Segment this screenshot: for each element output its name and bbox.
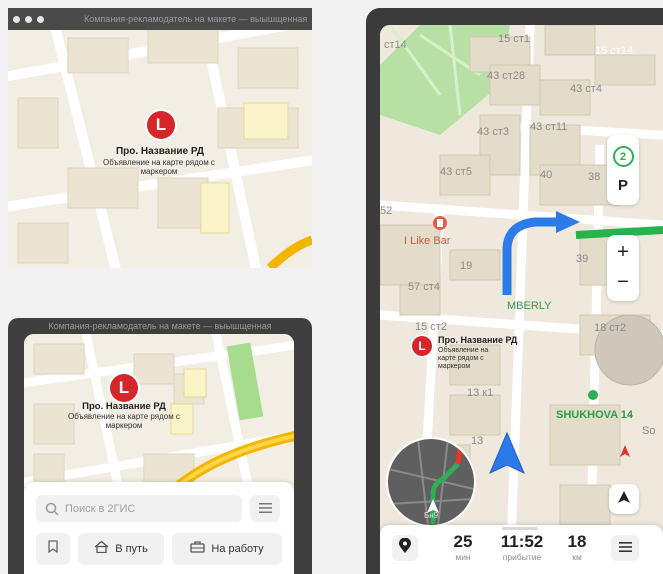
compass-icon[interactable] [618, 445, 632, 459]
poi-title: Про. Название РД [82, 401, 166, 412]
search-icon [45, 502, 59, 516]
poi-subtitle: Объявление на карте рядом с маркером [438, 347, 489, 371]
window-title-bar: Компания-рекламодатель на макете — выышщ… [8, 8, 312, 30]
eta-duration: 25 мин [438, 532, 488, 562]
map-label: 43 ст3 [477, 126, 509, 138]
menu-button[interactable] [611, 535, 639, 561]
search-input[interactable]: Поиск в 2ГИС [36, 495, 242, 522]
map-label: 15 ст2 [415, 321, 447, 333]
search-placeholder: Поиск в 2ГИС [65, 502, 136, 515]
window-minimize-dot[interactable] [25, 15, 32, 23]
map-label: 13 [471, 435, 484, 447]
bar-label: I Like Bar [404, 235, 451, 247]
route-work-button[interactable]: На работу [172, 533, 282, 565]
duration-unit: мин [455, 552, 471, 562]
map-label: So [642, 425, 656, 437]
phone-screen: L Про. Название РД Объявление на карте р… [24, 334, 294, 574]
zoom-in-button[interactable]: + [617, 236, 629, 268]
map-label: 43 ст28 [487, 70, 526, 82]
bookmarks-button[interactable] [36, 533, 70, 565]
minimap-label: Бн9 [424, 511, 439, 520]
poi-subtitle: Объявление на карте рядом с маркером [68, 412, 180, 431]
poi-title: Про. Название РД [115, 146, 205, 157]
menu-button[interactable] [250, 495, 280, 522]
map-label: 40 [540, 169, 553, 181]
eta-arrival: 11:52 прибытие [491, 532, 553, 562]
window-close-dot[interactable] [13, 15, 20, 23]
route-work-label: На работу [211, 543, 264, 555]
map-label: 38 [588, 171, 601, 183]
poi-subtitle: Объявление на карте рядом с маркером [103, 158, 215, 177]
map-label: 52 [380, 205, 393, 217]
pin-search-icon [398, 537, 412, 559]
map-label: 57 ст4 [408, 281, 440, 293]
navigation-arrow-icon [617, 490, 631, 509]
menu-icon [258, 500, 272, 518]
route-home-label: В путь [115, 543, 148, 555]
briefcase-icon [190, 540, 206, 558]
mberly-label: MBERLY [507, 300, 552, 312]
map-label: 43 ст5 [440, 166, 472, 178]
window-title: Компания-рекламодатель на макете — выышщ… [84, 14, 308, 24]
duration-value: 25 [453, 532, 473, 551]
menu-icon [618, 539, 632, 557]
map-label: 19 [460, 260, 473, 272]
top-left-window: Компания-рекламодатель на макете — выышщ… [8, 8, 312, 268]
poi-title: Про. Название РД [438, 335, 518, 345]
handle[interactable] [502, 527, 538, 530]
bottom-sheet: Поиск в 2ГИС В путь На работу [24, 482, 294, 574]
route-home-button[interactable]: В путь [78, 533, 164, 565]
zoom-out-button[interactable]: − [617, 268, 629, 300]
traffic-level: 2 [612, 146, 634, 167]
traffic-indicator[interactable]: 2 P [607, 135, 639, 205]
map-label: 13 к1 [467, 387, 494, 399]
eta-distance: 18 км [552, 532, 602, 562]
home-icon [94, 540, 109, 558]
map-label: 43 ст4 [570, 83, 602, 95]
map-label: 18 ст2 [594, 322, 626, 334]
window-maximize-dot[interactable] [37, 15, 44, 23]
zoom-controls: + − [607, 235, 639, 301]
map-label: ст14 [384, 39, 407, 51]
arrival-value: 11:52 [500, 532, 544, 551]
poi-marker[interactable]: L [412, 336, 432, 356]
map-label: 15 ст14 [595, 45, 634, 57]
poi-marker[interactable]: L [110, 374, 138, 402]
poi-marker[interactable]: L [147, 111, 175, 139]
arrival-unit: прибытие [502, 552, 542, 562]
parking-label: P [617, 177, 628, 194]
route-minimap[interactable]: Бн9 [386, 437, 476, 527]
navigator-screen: 15 ст1 15 ст14 43 ст28 43 ст4 43 ст3 43 … [380, 25, 663, 574]
map-label: 43 ст11 [530, 121, 568, 133]
bookmark-icon [48, 540, 58, 558]
distance-value: 18 [567, 532, 587, 551]
map-label: 39 [576, 253, 589, 265]
distance-unit: км [572, 552, 582, 562]
my-location-button[interactable] [609, 484, 639, 514]
eta-bar: 25 мин 11:52 прибытие 18 км [380, 525, 663, 574]
navigator-phone: 15 ст1 15 ст14 43 ст28 43 ст4 43 ст3 43 … [366, 8, 663, 574]
bottom-left-phone: Компания-рекламодатель на макете — выышщ… [8, 318, 312, 574]
shukhova-label: SHUKHOVA 14 [556, 409, 634, 421]
search-pin-button[interactable] [392, 535, 418, 561]
phone-title: Компания-рекламодатель на макете — выышщ… [48, 321, 272, 331]
map-label: 15 ст1 [498, 33, 530, 45]
